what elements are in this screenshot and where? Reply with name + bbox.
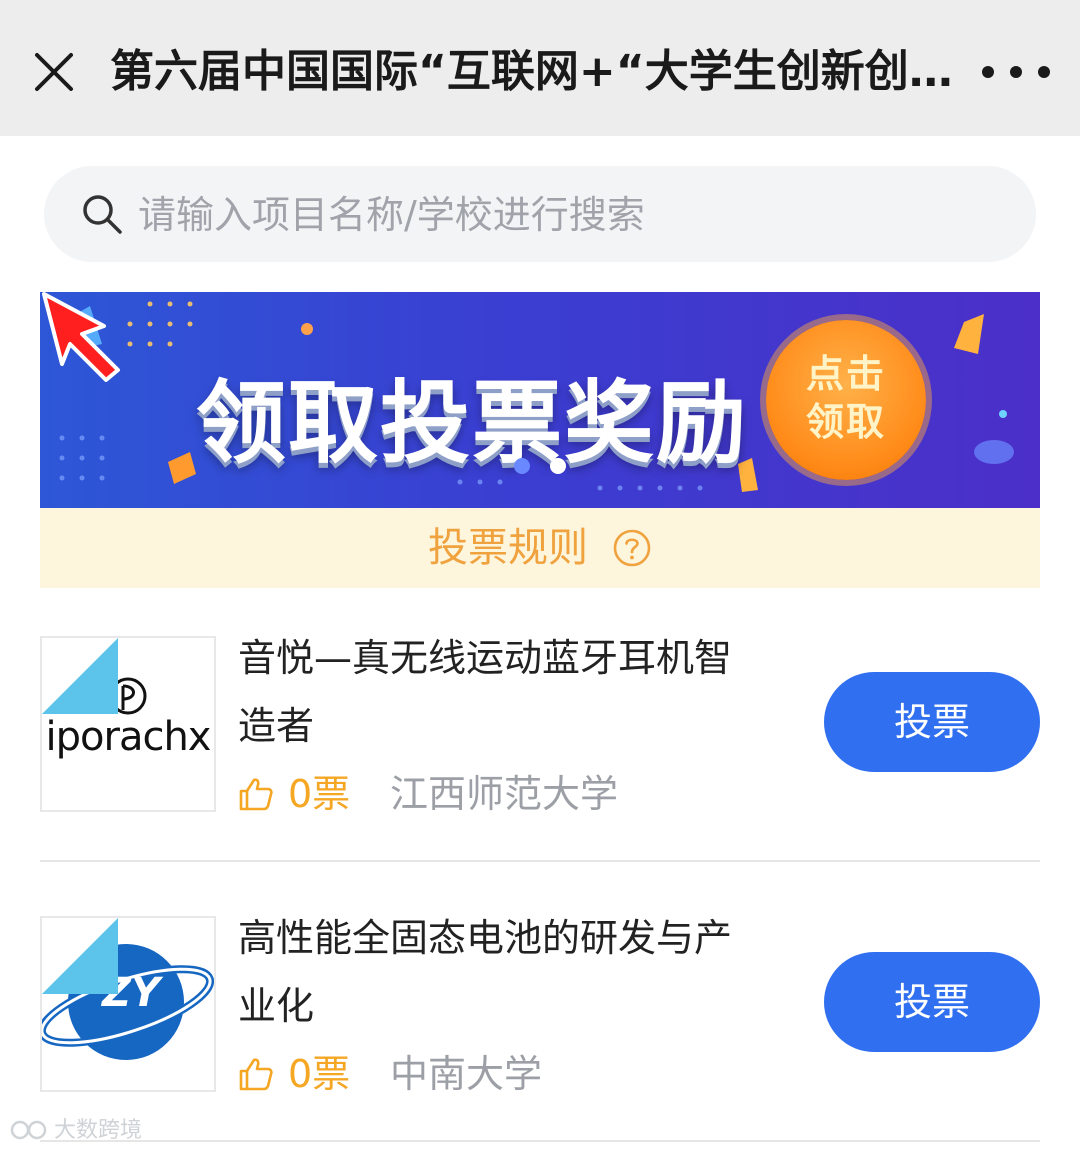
project-logo: iporachx 高 [40, 636, 216, 812]
vote-button[interactable]: 投票 [824, 952, 1040, 1052]
thumbs-up-icon [239, 1058, 273, 1091]
project-row[interactable]: iporachx 高 音悦—真无线运动蓝牙耳机智造者 0票 江西师范大学 投票 [40, 624, 1040, 864]
close-icon[interactable] [32, 50, 76, 94]
project-name[interactable]: 音悦—真无线运动蓝牙耳机智造者 [238, 624, 768, 760]
vote-count: 0票 [288, 1052, 351, 1096]
grade-badge: 高 [181, 1053, 208, 1083]
logo-wordmark: iporachx [45, 714, 212, 760]
watermark: 大数跨境 [10, 1116, 160, 1148]
more-icon[interactable] [978, 56, 1054, 88]
claim-label-line1: 点击 [805, 352, 886, 396]
claim-button-label: 点击 领取 [766, 350, 926, 446]
claim-reward-button[interactable]: 点击 领取 [766, 320, 926, 480]
divider [40, 860, 1040, 862]
banner-title: 领取投票奖励 [196, 371, 748, 476]
vote-count: 0票 [288, 772, 351, 816]
project-meta: 0票 江西师范大学 [238, 766, 798, 822]
grade-badge: 高 [181, 773, 208, 803]
project-logo: ZY 高 [40, 916, 216, 1092]
grade-badge-shape [42, 918, 118, 994]
promo-banner[interactable]: 领取投票奖励 点击 领取 [40, 292, 1040, 508]
title-bar: 第六届中国国际“互联网+“大学生创新创… [0, 0, 1080, 136]
pointer-arrow-icon [42, 292, 120, 382]
watermark-text: 大数跨境 [54, 1118, 143, 1143]
divider [40, 1140, 1040, 1142]
carousel-dots [510, 458, 570, 476]
school-name: 江西师范大学 [390, 772, 619, 816]
project-meta: 0票 中南大学 [238, 1046, 798, 1102]
project-name[interactable]: 高性能全固态电池的研发与产业化 [238, 904, 768, 1040]
thumbs-up-icon [239, 778, 273, 811]
watermark-logo-icon [10, 1120, 47, 1140]
search-bar[interactable] [44, 166, 1036, 262]
vote-button[interactable]: 投票 [824, 672, 1040, 772]
claim-label-line2: 领取 [805, 400, 886, 444]
page-title: 第六届中国国际“互联网+“大学生创新创… [110, 46, 953, 97]
carousel-dot-2[interactable] [550, 458, 566, 474]
question-icon[interactable] [612, 528, 652, 568]
school-name: 中南大学 [390, 1052, 543, 1096]
search-input[interactable] [136, 180, 1000, 250]
project-row[interactable]: ZY 高 高性能全固态电池的研发与产业化 0票 中南大学 投票 [40, 904, 1040, 1144]
carousel-dot-1[interactable] [514, 458, 530, 474]
voting-rules-label: 投票规则 [428, 525, 588, 571]
voting-rules-bar[interactable]: 投票规则 [40, 508, 1040, 588]
grade-badge-shape [42, 638, 118, 714]
search-icon [83, 195, 122, 234]
